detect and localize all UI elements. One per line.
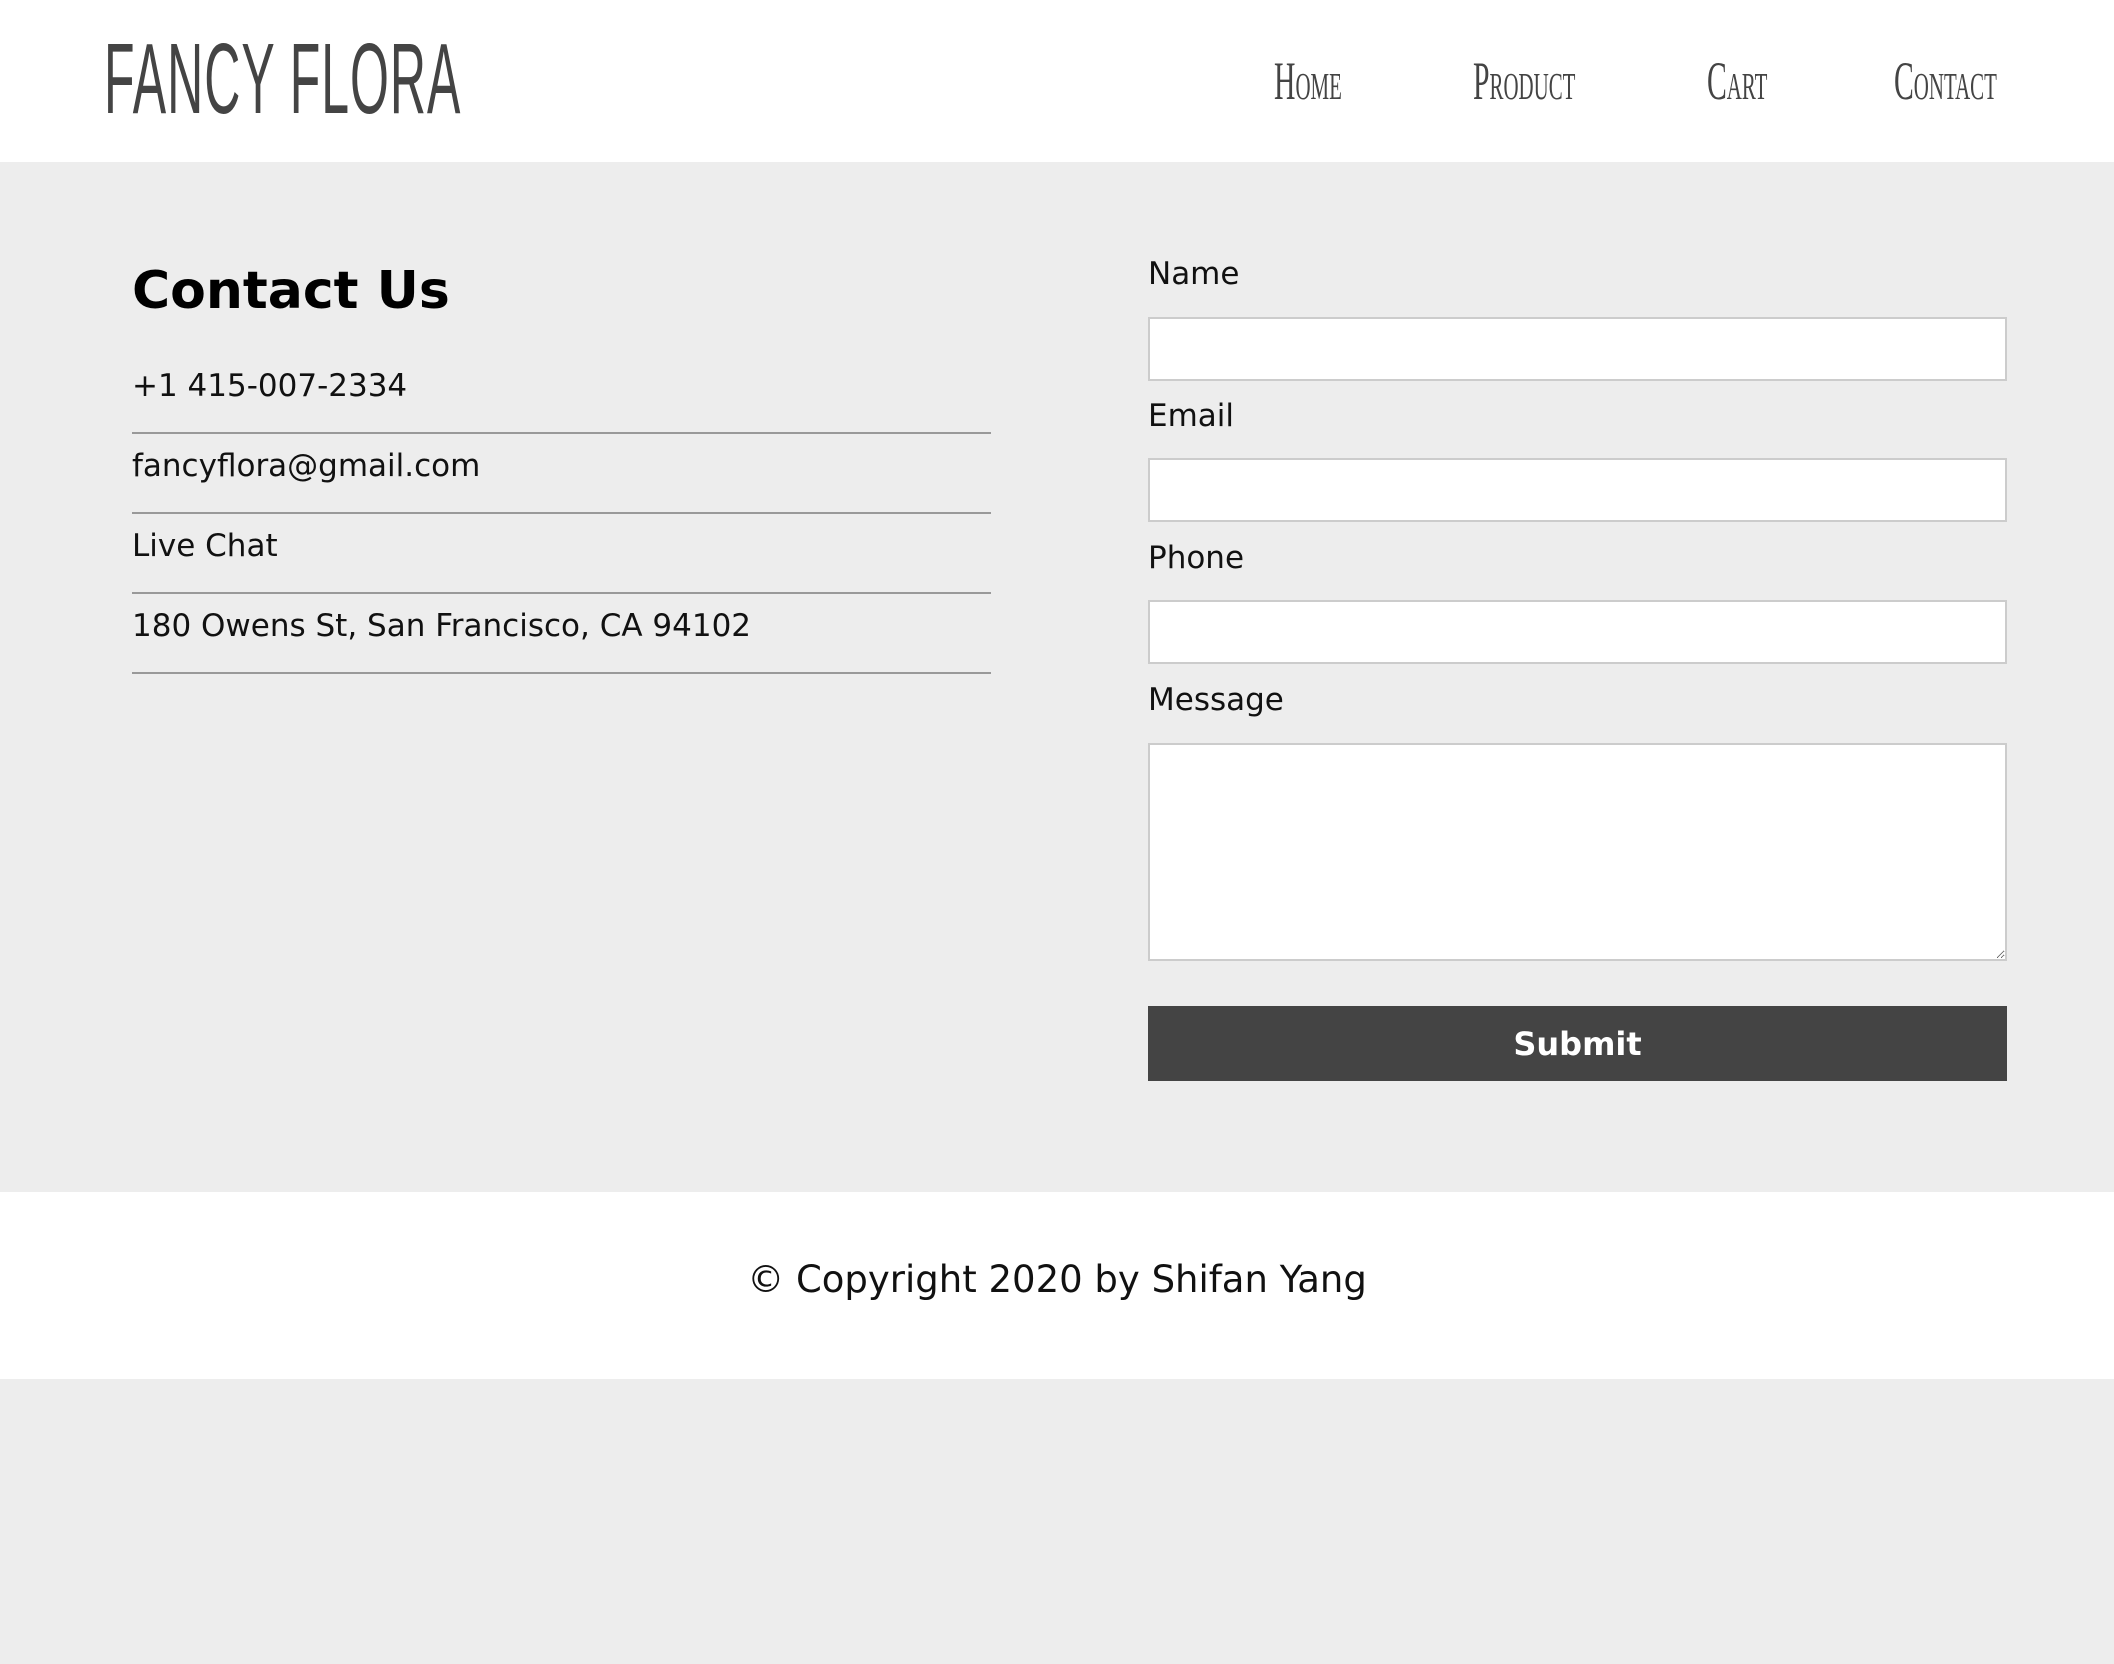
site-header: FANCY FLORA Home Product Cart Contact <box>0 0 2114 162</box>
name-label: Name <box>1148 256 1240 292</box>
name-input[interactable] <box>1148 317 2007 381</box>
nav-contact[interactable]: Contact <box>1894 50 1997 112</box>
message-textarea[interactable] <box>1148 743 2007 961</box>
contact-email[interactable]: fancyflora@gmail.com <box>132 434 991 514</box>
contact-section: Contact Us +1 415-007-2334 fancyflora@gm… <box>0 162 2114 1192</box>
site-footer: © Copyright 2020 by Shifan Yang <box>0 1192 2114 1379</box>
email-label: Email <box>1148 398 1235 434</box>
nav-cart[interactable]: Cart <box>1707 50 1767 112</box>
message-label: Message <box>1148 682 1284 718</box>
nav-product[interactable]: Product <box>1473 50 1575 112</box>
contact-live-chat[interactable]: Live Chat <box>132 514 991 594</box>
contact-address: 180 Owens St, San Francisco, CA 94102 <box>132 594 991 674</box>
page-title: Contact Us <box>132 261 450 321</box>
nav-home[interactable]: Home <box>1274 50 1342 112</box>
contact-phone: +1 415-007-2334 <box>132 354 991 434</box>
email-input[interactable] <box>1148 458 2007 522</box>
copyright-text: © Copyright 2020 by Shifan Yang <box>747 1258 1367 1301</box>
submit-button[interactable]: Submit <box>1148 1006 2007 1081</box>
phone-label: Phone <box>1148 540 1245 576</box>
phone-input[interactable] <box>1148 600 2007 664</box>
site-logo[interactable]: FANCY FLORA <box>104 22 461 137</box>
